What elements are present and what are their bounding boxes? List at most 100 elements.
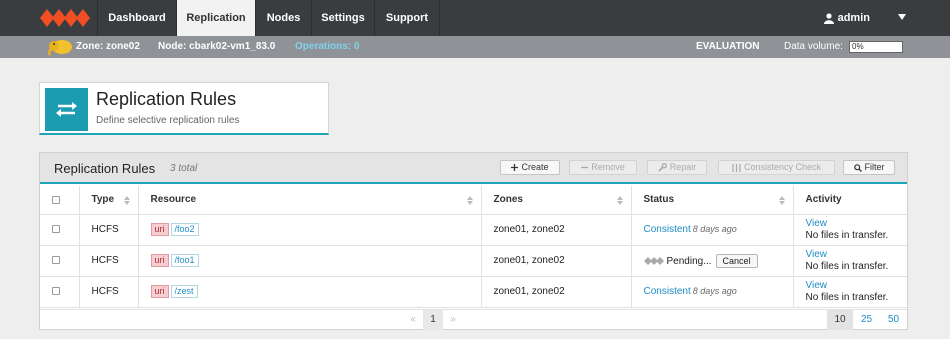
- sort-icon: [466, 196, 473, 205]
- repair-label: Repair: [669, 162, 697, 172]
- repair-button[interactable]: Repair: [647, 160, 707, 175]
- plus-icon: [511, 164, 519, 172]
- page-subtitle: Define selective replication rules: [96, 115, 240, 126]
- row-select-cell: [40, 214, 80, 246]
- columns-icon: [732, 163, 741, 172]
- uri-badge: uri: [150, 223, 169, 236]
- page-size-50[interactable]: 50: [880, 310, 907, 330]
- hadoop-elephant-icon: [48, 40, 72, 56]
- tab-replication[interactable]: Replication: [176, 0, 255, 36]
- row-select-cell: [40, 245, 80, 277]
- consistency-label: Consistency Check: [743, 162, 822, 172]
- status-cell: Pending... Cancel: [631, 245, 794, 277]
- activity-cell: View No files in transfer.: [793, 245, 907, 277]
- page-header-card: Replication Rules Define selective repli…: [39, 82, 329, 135]
- user-name: admin: [837, 12, 870, 24]
- row-checkbox[interactable]: [52, 256, 60, 265]
- table-row[interactable]: HCFS uri/foo1 zone01, zone02 Pending... C…: [40, 245, 907, 277]
- status-bar: Zone: zone02 Node: cbark02-vm1_83.0 Oper…: [0, 36, 950, 58]
- type-cell: HCFS: [79, 214, 139, 246]
- sort-icon: [778, 196, 785, 205]
- row-checkbox[interactable]: [52, 287, 60, 296]
- table-row[interactable]: HCFS uri/zest zone01, zone02 Consistent 8…: [40, 276, 907, 308]
- license-label: EVALUATION: [696, 41, 760, 52]
- activity-text: No files in transfer.: [805, 229, 889, 241]
- row-select-cell: [40, 276, 80, 308]
- zones-header-label: Zones: [493, 194, 523, 206]
- column-header-zones[interactable]: Zones: [481, 186, 632, 215]
- status-link[interactable]: Consistent: [644, 286, 691, 297]
- data-volume-label: Data volume:: [784, 41, 843, 52]
- table-header-row: Type Resource Zones Status Activity: [40, 186, 907, 215]
- resource-path-link[interactable]: /zest: [170, 285, 198, 298]
- data-volume-value: 0%: [852, 42, 864, 51]
- rules-table: Type Resource Zones Status Activity HCFS…: [40, 186, 907, 308]
- tab-nodes[interactable]: Nodes: [255, 0, 311, 36]
- minus-icon: [581, 166, 589, 169]
- activity-text: No files in transfer.: [805, 260, 889, 272]
- rule-count: 3 total: [170, 163, 198, 174]
- sort-icon: [123, 196, 130, 205]
- zone-label: Zone: zone02: [76, 41, 140, 52]
- activity-text: No files in transfer.: [805, 291, 889, 303]
- chevron-down-icon[interactable]: [898, 14, 906, 20]
- tab-settings[interactable]: Settings: [311, 0, 374, 36]
- tab-support[interactable]: Support: [374, 0, 440, 36]
- resource-cell: uri/zest: [138, 276, 482, 308]
- view-link[interactable]: View: [806, 218, 828, 229]
- resource-cell: uri/foo2: [138, 214, 482, 246]
- zones-cell: zone01, zone02: [481, 245, 632, 277]
- node-label: Node: cbark02-vm1_83.0: [158, 41, 276, 52]
- type-cell: HCFS: [79, 245, 139, 277]
- replication-icon: [45, 88, 88, 131]
- tab-dashboard[interactable]: Dashboard: [97, 0, 176, 36]
- activity-header-label: Activity: [805, 194, 842, 206]
- pending-icon: [643, 256, 664, 265]
- view-link[interactable]: View: [806, 280, 828, 291]
- status-cell: Consistent 8 days ago: [631, 214, 794, 246]
- resource-header-label: Resource: [150, 194, 197, 206]
- row-checkbox[interactable]: [52, 225, 60, 234]
- replication-rules-panel: Replication Rules 3 total Create Remove …: [39, 152, 908, 330]
- remove-button[interactable]: Remove: [569, 160, 637, 175]
- search-icon: [853, 163, 862, 172]
- table-row[interactable]: HCFS uri/foo2 zone01, zone02 Consistent 8…: [40, 214, 907, 246]
- select-all-checkbox[interactable]: [52, 195, 60, 204]
- type-cell: HCFS: [79, 276, 139, 308]
- resource-path-link[interactable]: /foo1: [170, 254, 199, 267]
- page-size-25[interactable]: 25: [853, 310, 880, 330]
- sort-icon: [616, 196, 623, 205]
- view-link[interactable]: View: [806, 249, 828, 260]
- consistency-check-button[interactable]: Consistency Check: [718, 160, 835, 175]
- filter-button[interactable]: Filter: [843, 160, 895, 175]
- column-header-activity: Activity: [793, 186, 907, 215]
- activity-cell: View No files in transfer.: [793, 276, 907, 308]
- page-1-button[interactable]: 1: [423, 310, 443, 330]
- remove-label: Remove: [591, 162, 625, 172]
- status-age: 8 days ago: [692, 224, 737, 234]
- user-menu[interactable]: admin: [823, 0, 870, 36]
- wandisco-logo[interactable]: [40, 7, 90, 29]
- pagination: « 1 » 10 25 50: [40, 309, 907, 330]
- page-title: Replication Rules: [96, 89, 237, 109]
- column-header-resource[interactable]: Resource: [138, 186, 482, 215]
- cancel-button[interactable]: Cancel: [715, 253, 758, 268]
- status-link[interactable]: Consistent: [644, 224, 691, 235]
- status-text: Pending...: [666, 255, 712, 267]
- panel-header: Replication Rules 3 total Create Remove …: [40, 153, 907, 184]
- column-header-type[interactable]: Type: [79, 186, 139, 215]
- uri-badge: uri: [150, 285, 169, 298]
- operations-link[interactable]: Operations: 0: [295, 36, 359, 58]
- prev-page-button[interactable]: «: [403, 310, 423, 330]
- resource-cell: uri/foo1: [138, 245, 482, 277]
- activity-cell: View No files in transfer.: [793, 214, 907, 246]
- filter-label: Filter: [864, 162, 885, 172]
- column-header-status[interactable]: Status: [631, 186, 794, 215]
- resource-path-link[interactable]: /foo2: [170, 223, 199, 236]
- next-page-button[interactable]: »: [443, 310, 463, 330]
- status-age: 8 days ago: [692, 286, 737, 296]
- panel-title: Replication Rules: [54, 161, 156, 176]
- page-size-10[interactable]: 10: [827, 310, 853, 330]
- create-button[interactable]: Create: [500, 160, 560, 175]
- select-all-cell: [40, 186, 80, 215]
